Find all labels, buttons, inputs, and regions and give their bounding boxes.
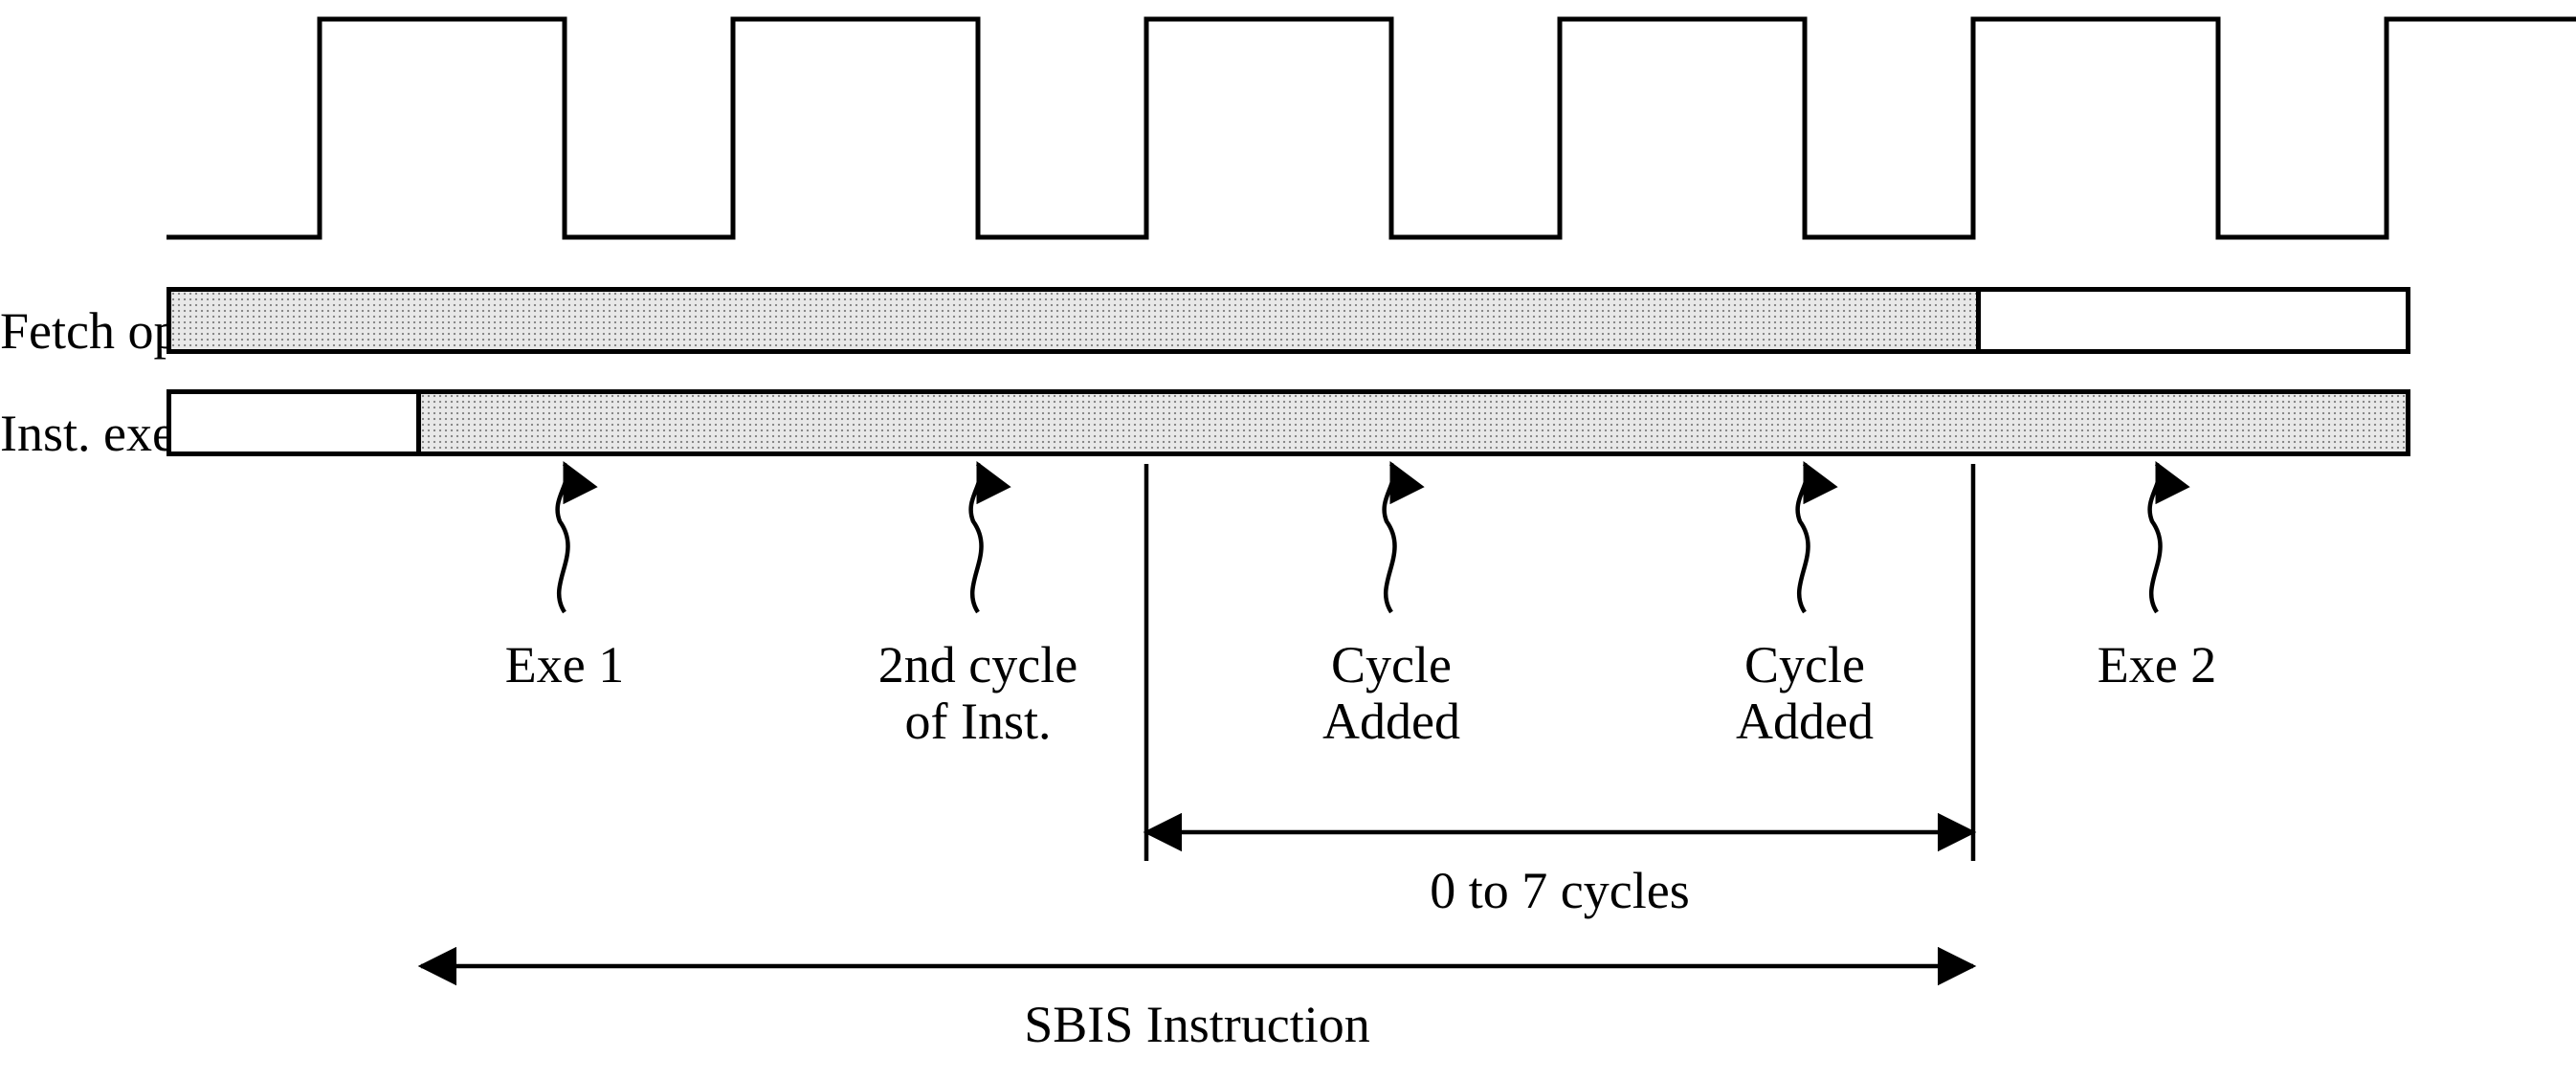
label-exe1: Exe 1 bbox=[478, 637, 651, 694]
track-fetch-opcode bbox=[167, 287, 2410, 354]
leader-2nd-cycle bbox=[971, 464, 982, 612]
label-exe2: Exe 2 bbox=[2071, 637, 2243, 694]
timing-diagram: Fetch opcode Inst. executed bbox=[0, 0, 2576, 1079]
clock-waveform bbox=[0, 0, 2576, 316]
exec-active-segment bbox=[416, 389, 2410, 456]
label-range-inner: 0 to 7 cycles bbox=[1146, 861, 1973, 920]
fetch-active-segment bbox=[167, 287, 1981, 354]
leader-exe1 bbox=[558, 464, 568, 612]
leader-cycle-added-1 bbox=[1385, 464, 1395, 612]
label-range-outer: SBIS Instruction bbox=[421, 995, 1973, 1054]
label-2nd-cycle: 2nd cycle of Inst. bbox=[844, 637, 1112, 751]
leader-exe2 bbox=[2150, 464, 2161, 612]
leader-cycle-added-2 bbox=[1798, 464, 1809, 612]
label-cycle-added-1: Cycle Added bbox=[1296, 637, 1487, 751]
track-inst-executed bbox=[167, 389, 2410, 456]
fetch-idle-segment bbox=[1976, 287, 2410, 354]
exec-idle-segment bbox=[167, 389, 421, 456]
label-cycle-added-2: Cycle Added bbox=[1709, 637, 1900, 751]
